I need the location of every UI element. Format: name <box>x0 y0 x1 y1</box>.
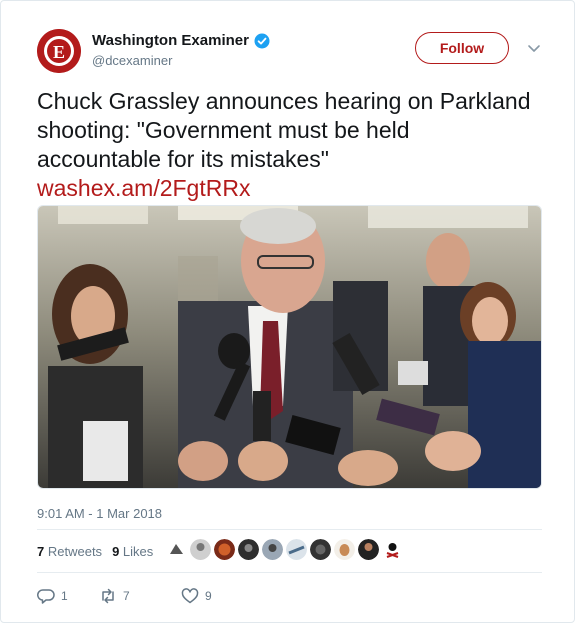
liker-avatar[interactable] <box>166 539 187 560</box>
liker-avatar[interactable] <box>334 539 355 560</box>
likes-stat-label: Likes <box>122 544 154 559</box>
liker-avatar[interactable] <box>214 539 235 560</box>
reply-count: 1 <box>61 589 68 603</box>
like-button[interactable]: 9 <box>181 587 241 605</box>
retweet-icon <box>102 588 114 604</box>
likes-stat-count: 9 <box>112 544 120 559</box>
svg-text:E: E <box>53 42 65 62</box>
tweet-actions: 1 7 9 <box>37 587 241 605</box>
tweet-body: Chuck Grassley announces hearing on Park… <box>37 88 531 172</box>
account-display-name[interactable]: Washington Examiner <box>92 32 249 49</box>
retweet-count: 7 <box>123 589 130 603</box>
liker-avatar[interactable] <box>310 539 331 560</box>
retweets-stat[interactable]: 7 Retweets <box>37 544 102 559</box>
reply-icon <box>37 589 55 604</box>
liker-avatar[interactable] <box>286 539 307 560</box>
liker-avatar[interactable] <box>262 539 283 560</box>
retweets-stat-count: 7 <box>37 544 45 559</box>
liker-avatar[interactable] <box>190 539 211 560</box>
tweet-card: E Washington Examiner @dcexaminer Follow… <box>0 0 575 623</box>
likes-stat[interactable]: 9 Likes <box>112 544 153 559</box>
tweet-text: Chuck Grassley announces hearing on Park… <box>37 87 537 203</box>
heart-icon <box>181 588 199 604</box>
engagement-stats: 7 Retweets 9 Likes <box>37 544 153 559</box>
retweet-button[interactable]: 7 <box>99 587 181 605</box>
caret-down-icon[interactable] <box>527 41 541 55</box>
liker-avatar[interactable] <box>382 539 403 560</box>
reply-button[interactable]: 1 <box>37 587 99 605</box>
tweet-link[interactable]: washex.am/2FgtRRx <box>37 174 537 203</box>
tweet-timestamp[interactable]: 9:01 AM - 1 Mar 2018 <box>37 506 162 521</box>
follow-button[interactable]: Follow <box>415 32 509 64</box>
liker-avatar[interactable] <box>238 539 259 560</box>
liker-avatar[interactable] <box>358 539 379 560</box>
retweets-stat-label: Retweets <box>47 544 103 559</box>
account-handle[interactable]: @dcexaminer <box>92 53 172 68</box>
like-count: 9 <box>205 589 212 603</box>
divider <box>37 529 542 530</box>
account-avatar[interactable]: E <box>37 29 81 73</box>
divider <box>37 572 542 573</box>
tweet-photo[interactable] <box>37 205 542 489</box>
liker-avatars <box>166 539 403 560</box>
verified-badge-icon <box>254 33 270 48</box>
